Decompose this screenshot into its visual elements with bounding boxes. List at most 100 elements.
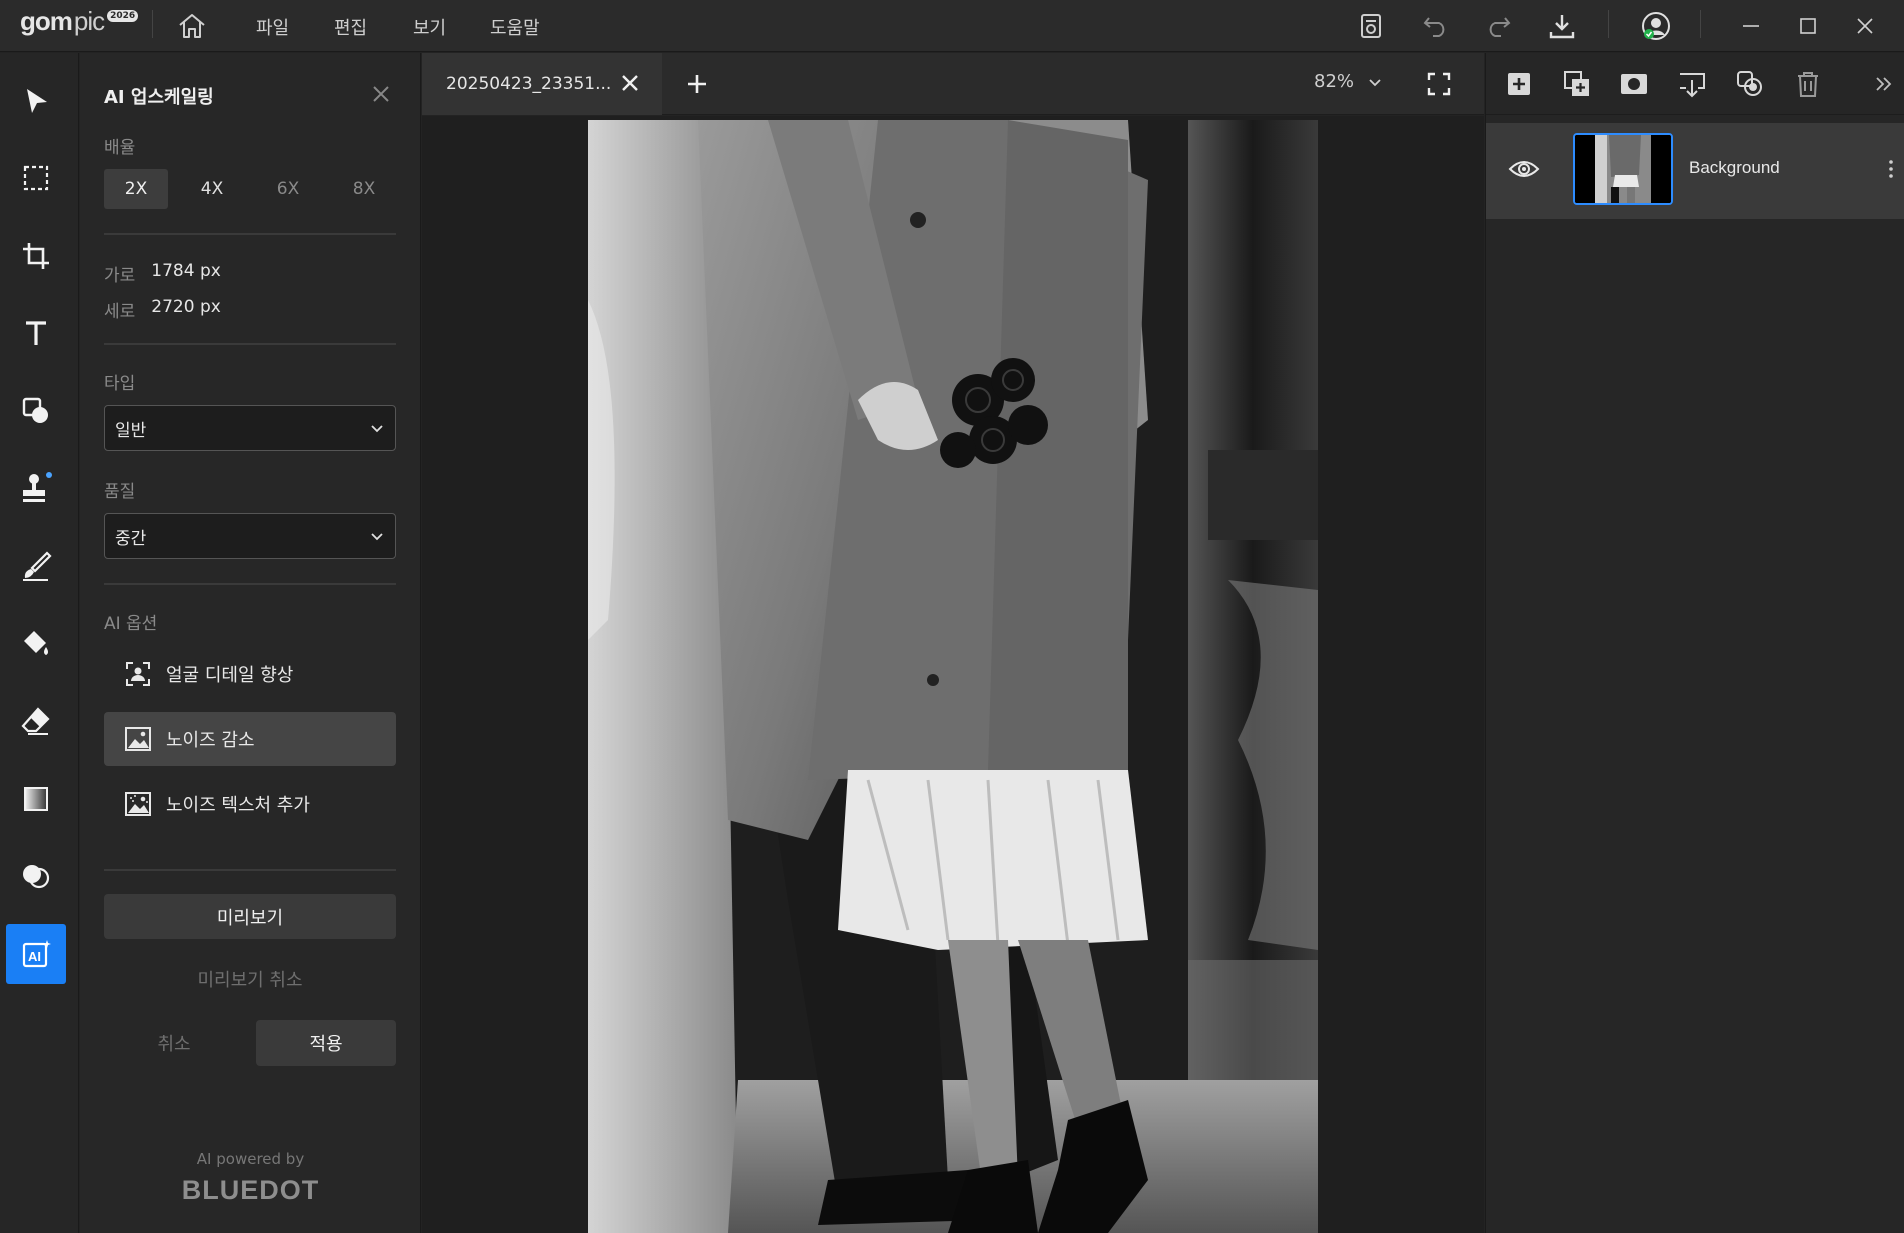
divider: [104, 869, 396, 871]
scale-4x-button[interactable]: 4X: [180, 169, 244, 209]
eraser-tool[interactable]: [6, 691, 66, 751]
account-button[interactable]: [1638, 8, 1674, 44]
chevron-down-icon: [371, 425, 383, 433]
brush-icon: [23, 551, 52, 581]
menu-edit[interactable]: 편집: [334, 14, 367, 40]
layer-mask-icon: [1621, 74, 1647, 94]
ai-option-face-detail[interactable]: 얼굴 디테일 향상: [104, 647, 396, 701]
redo-button[interactable]: [1480, 8, 1516, 44]
ai-option-noise-reduction[interactable]: 노이즈 감소: [104, 712, 396, 766]
add-tab-icon[interactable]: [682, 69, 712, 99]
minimize-button[interactable]: [1733, 8, 1769, 44]
zoom-select[interactable]: 82%: [1314, 71, 1382, 92]
undo-button[interactable]: [1418, 8, 1454, 44]
maximize-icon: [1800, 18, 1816, 34]
preview-button[interactable]: 미리보기: [104, 894, 396, 939]
history-button[interactable]: [1354, 8, 1390, 44]
duplicate-layer-button[interactable]: [1562, 69, 1592, 99]
logo-text-sub: pic: [73, 6, 105, 36]
title-bar: gom pic 2026 파일 편집 보기 도움말: [0, 0, 1904, 52]
brush-tool[interactable]: [6, 536, 66, 596]
quality-select[interactable]: 중간: [104, 513, 396, 559]
layer-style-button[interactable]: [1735, 69, 1765, 99]
home-button[interactable]: [174, 8, 210, 44]
scale-label: 배율: [104, 138, 136, 158]
redo-icon: [1489, 17, 1511, 37]
app-logo: gom pic 2026: [20, 6, 139, 38]
duplicate-layer-icon: [1564, 71, 1589, 96]
menu-help[interactable]: 도움말: [490, 14, 540, 40]
collapse-panel-button[interactable]: [1868, 69, 1898, 99]
bluedot-logo: BLUEDOT: [181, 1175, 320, 1205]
close-window-button[interactable]: [1847, 8, 1883, 44]
document-tab-title: 20250423_23351...: [446, 74, 612, 94]
stamp-tool[interactable]: [6, 458, 66, 518]
scale-8x-button[interactable]: 8X: [332, 169, 396, 209]
height-value: 2720 px: [151, 297, 221, 317]
menu-view[interactable]: 보기: [413, 14, 446, 40]
home-icon: [179, 14, 205, 38]
logo-text-main: gom: [20, 6, 73, 36]
fit-screen-icon[interactable]: [1424, 69, 1454, 99]
ai-upscale-icon: AI: [22, 940, 51, 968]
undo-icon: [1423, 17, 1445, 37]
scale-6x-button[interactable]: 6X: [256, 169, 320, 209]
add-layer-button[interactable]: [1504, 69, 1534, 99]
merge-down-icon: [1680, 73, 1705, 98]
image-noise-icon: [124, 790, 152, 818]
preview-cancel-button[interactable]: 미리보기 취소: [104, 959, 396, 999]
marquee-select-icon: [23, 165, 49, 191]
marquee-tool[interactable]: [6, 148, 66, 208]
width-label: 가로: [104, 266, 136, 286]
select-tool[interactable]: [6, 71, 66, 131]
ai-upscale-panel: AI 업스케일링 배율 2X 4X 6X 8X 가로 1784 px 세로 27…: [80, 53, 421, 1233]
document-tab[interactable]: 20250423_23351...: [422, 53, 662, 115]
more-options-icon[interactable]: [1886, 157, 1896, 181]
close-panel-icon[interactable]: [368, 81, 394, 107]
quality-label: 품질: [104, 482, 136, 502]
document-tab-bar: 20250423_23351... 82%: [422, 53, 1484, 115]
download-icon: [1549, 15, 1575, 39]
apply-button[interactable]: 적용: [256, 1020, 396, 1066]
type-label: 타입: [104, 374, 136, 394]
ai-tool[interactable]: AI: [6, 924, 66, 984]
text-tool[interactable]: [6, 303, 66, 363]
width-row: 가로 1784 px: [104, 261, 221, 286]
type-select[interactable]: 일반: [104, 405, 396, 451]
delete-layer-button[interactable]: [1793, 69, 1823, 99]
adjust-tool[interactable]: [6, 846, 66, 906]
fill-tool[interactable]: [6, 613, 66, 673]
chevron-down-icon: [1369, 78, 1381, 86]
ai-option-label: 노이즈 감소: [166, 730, 255, 751]
panel-title: AI 업스케일링: [104, 87, 214, 108]
trash-icon: [1798, 72, 1818, 97]
height-label: 세로: [104, 302, 136, 322]
divider: [152, 10, 153, 38]
ai-option-label: 노이즈 텍스처 추가: [166, 795, 310, 816]
save-download-button[interactable]: [1544, 8, 1580, 44]
cancel-button[interactable]: 취소: [104, 1020, 244, 1066]
gradient-tool[interactable]: [6, 769, 66, 829]
close-tab-icon[interactable]: [618, 71, 642, 95]
layer-row[interactable]: Background: [1486, 123, 1904, 219]
powered-by-text: AI powered by: [196, 1150, 305, 1168]
paint-bucket-icon: [24, 631, 48, 655]
divider: [1700, 10, 1701, 38]
user-account-icon: [1642, 12, 1670, 40]
layers-panel: Background: [1485, 53, 1904, 1233]
crop-tool[interactable]: [6, 226, 66, 286]
divider: [104, 583, 396, 585]
scale-2x-button[interactable]: 2X: [104, 169, 168, 209]
maximize-button[interactable]: [1790, 8, 1826, 44]
crop-icon: [23, 243, 49, 269]
face-scan-icon: [124, 660, 152, 688]
shape-tool[interactable]: [6, 381, 66, 441]
merge-down-button[interactable]: [1677, 69, 1707, 99]
eye-visibility-icon[interactable]: [1508, 157, 1540, 181]
menu-file[interactable]: 파일: [256, 14, 289, 40]
text-icon: [26, 321, 46, 345]
ai-option-noise-texture[interactable]: 노이즈 텍스처 추가: [104, 777, 396, 831]
ai-options-label: AI 옵션: [104, 614, 158, 634]
canvas-area[interactable]: [422, 116, 1484, 1233]
layer-mask-button[interactable]: [1619, 69, 1649, 99]
